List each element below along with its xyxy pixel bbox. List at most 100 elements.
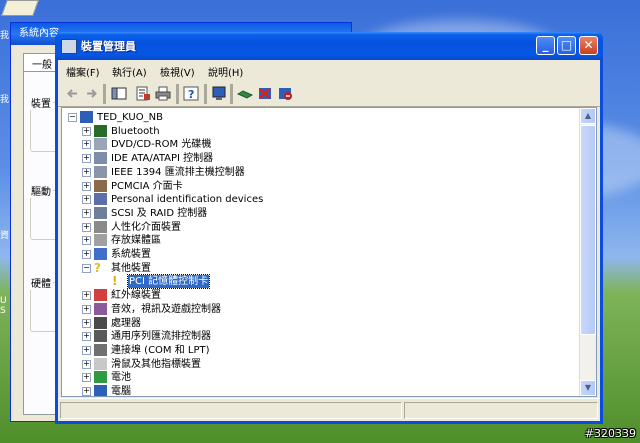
tree-expander[interactable]: + (82, 318, 91, 328)
toolbar-separator (103, 84, 106, 104)
status-cell-main (60, 402, 402, 419)
disable-icon[interactable] (276, 85, 294, 102)
close-button[interactable]: ✕ (579, 36, 598, 55)
usb-icon (94, 330, 107, 343)
scroll-down-button[interactable]: ▼ (580, 380, 596, 396)
menu-view[interactable]: 檢視(V) (160, 64, 195, 79)
battery-icon (94, 371, 107, 384)
toolbar-separator (176, 84, 179, 104)
tree-item-label: PCI 記憶體控制卡 (126, 274, 211, 290)
device-manager-icon (61, 39, 77, 54)
tree-expander[interactable]: + (82, 140, 91, 150)
tree-item-label: 電池 (111, 372, 131, 384)
scan-hardware-icon[interactable] (210, 85, 228, 102)
tree-item-label: 人性化介面裝置 (111, 221, 181, 233)
tree-expander[interactable]: + (82, 236, 91, 246)
menu-action[interactable]: 執行(A) (112, 64, 147, 79)
fingerprint-icon (94, 193, 107, 206)
print-icon[interactable] (154, 85, 172, 102)
firewire-icon (94, 165, 107, 178)
tree-expander[interactable]: + (82, 291, 91, 301)
console-tree-icon[interactable] (110, 85, 128, 102)
unknown-device-icon: ? (94, 260, 101, 275)
window-title: 裝置管理員 (81, 40, 136, 53)
tree-item-label: 存放媒體區 (111, 235, 161, 247)
tree-expander[interactable]: − (82, 263, 91, 273)
tree-expander[interactable]: + (82, 195, 91, 205)
tree-expander[interactable]: + (82, 167, 91, 177)
ide-icon (94, 152, 107, 165)
forward-icon[interactable] (82, 85, 100, 102)
desktop-shortcut-icon[interactable] (1, 0, 39, 16)
menu-help[interactable]: 說明(H) (208, 64, 243, 79)
tree-expander[interactable]: + (82, 222, 91, 232)
help-icon[interactable]: ? (182, 85, 200, 102)
update-driver-icon[interactable] (236, 85, 254, 102)
back-icon[interactable] (64, 85, 82, 102)
infrared-icon (94, 289, 107, 302)
system-icon (94, 248, 107, 260)
tree-expander[interactable]: + (82, 373, 91, 383)
window-titlebar[interactable]: 裝置管理員 _ □ ✕ (55, 32, 603, 60)
mouse-icon (94, 357, 107, 370)
device-tree[interactable]: − TED_KUO_NB + Bluetooth + DVD/CD-ROM 光碟機 + IDE… (61, 107, 597, 397)
tree-expander[interactable]: + (82, 345, 91, 355)
toolbar-separator (230, 84, 233, 104)
scsi-icon (94, 206, 107, 219)
tree-expander[interactable]: − (68, 113, 77, 122)
svg-text:?: ? (188, 88, 194, 101)
tree-item-label: 電腦 (111, 386, 131, 397)
tree-item-label: 系統裝置 (111, 249, 151, 260)
hid-icon (94, 220, 107, 233)
watermark: #320339 (584, 427, 636, 440)
tree-expander[interactable]: + (82, 387, 91, 396)
vertical-scrollbar[interactable]: ▲ ▼ (579, 108, 596, 396)
tree-item-label: SCSI 及 RAID 控制器 (111, 207, 208, 219)
computer-icon (94, 385, 107, 396)
tree-expander[interactable]: + (82, 126, 91, 136)
bluetooth-icon (94, 124, 107, 137)
tree-expander[interactable]: + (82, 250, 91, 259)
uninstall-icon[interactable] (256, 85, 274, 102)
tree-expander[interactable]: + (82, 154, 91, 164)
scroll-up-button[interactable]: ▲ (580, 108, 596, 124)
scroll-thumb[interactable] (580, 125, 596, 335)
processor-icon (94, 316, 107, 329)
tree-item-label: PCMCIA 介面卡 (111, 180, 183, 192)
tree-expander[interactable]: + (82, 208, 91, 218)
tree-item-label: IEEE 1394 匯流排主機控制器 (111, 166, 245, 178)
menu-bar: 檔案(F) 執行(A) 檢視(V) 說明(H) (58, 60, 600, 81)
toolbar: ? (58, 80, 600, 107)
device-manager-window[interactable]: 裝置管理員 _ □ ✕ 檔案(F) 執行(A) 檢視(V) 說明(H) ? − T… (55, 32, 603, 424)
tree-root-label: TED_KUO_NB (97, 112, 163, 123)
warning-device-icon: ! (112, 274, 118, 289)
tree-expander[interactable]: + (82, 181, 91, 191)
tree-expander[interactable]: + (82, 359, 91, 369)
properties-icon[interactable] (134, 85, 152, 102)
port-icon (94, 343, 107, 356)
status-cell-secondary (404, 402, 598, 419)
storage-icon (94, 234, 107, 247)
tree-item-label: 滑鼠及其他指標裝置 (111, 358, 201, 370)
cdrom-icon (94, 138, 107, 151)
tree-item-label: Personal identification devices (111, 194, 264, 206)
minimize-button[interactable]: _ (536, 36, 555, 55)
sound-icon (94, 302, 107, 315)
pcmcia-icon (94, 179, 107, 192)
tree-expander[interactable]: + (82, 332, 91, 342)
tree-item-label: 連接埠 (COM 和 LPT) (111, 344, 210, 356)
tree-item-label: Bluetooth (111, 125, 160, 137)
tree-item-label: 處理器 (111, 317, 141, 329)
tree-item-label: 通用序列匯流排控制器 (111, 331, 211, 343)
tree-item-label: 其他裝置 (111, 262, 151, 274)
toolbar-separator (204, 84, 207, 104)
maximize-button[interactable]: □ (557, 36, 576, 55)
tree-item-label: DVD/CD-ROM 光碟機 (111, 139, 212, 151)
tree-expander[interactable]: + (82, 304, 91, 314)
tree-item-label: 紅外線裝置 (111, 290, 161, 302)
status-bar (58, 398, 600, 421)
tree-item-label: 音效，視訊及遊戲控制器 (111, 303, 221, 315)
tree-item-label: IDE ATA/ATAPI 控制器 (111, 153, 214, 165)
menu-file[interactable]: 檔案(F) (66, 64, 100, 79)
computer-icon (80, 111, 93, 123)
